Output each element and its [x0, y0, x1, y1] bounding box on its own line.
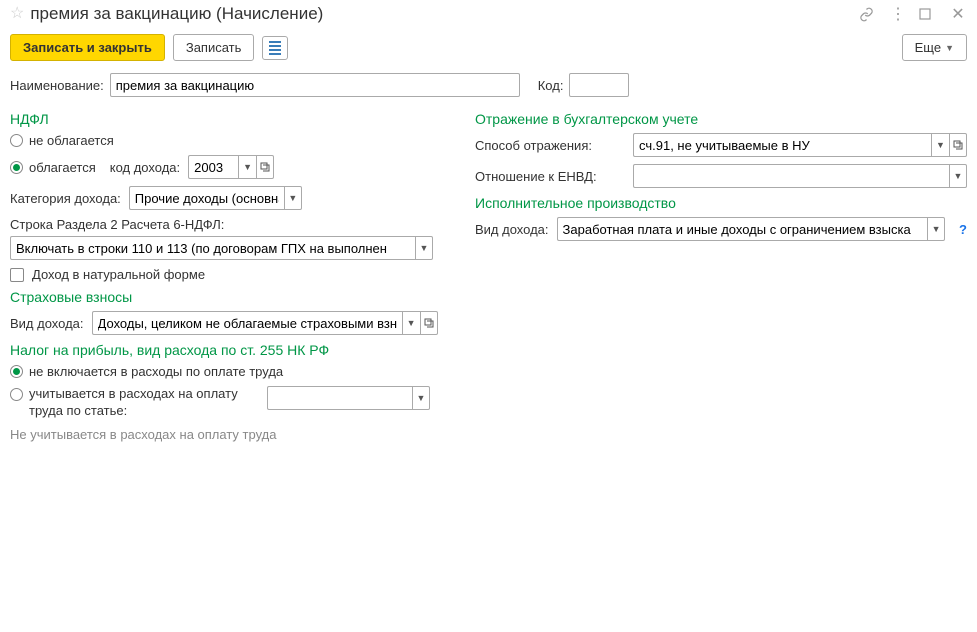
reflection-method-input[interactable] — [633, 133, 931, 157]
envd-input[interactable] — [633, 164, 949, 188]
reflection-method-label: Способ отражения: — [475, 138, 625, 153]
section2-label: Строка Раздела 2 Расчета 6-НДФЛ: — [10, 217, 224, 232]
insurance-income-type-open-button[interactable] — [420, 311, 438, 335]
category-dropdown[interactable]: ▼ — [284, 186, 302, 210]
ndfl-not-taxed-label: не облагается — [29, 133, 114, 148]
name-input[interactable] — [110, 73, 520, 97]
income-code-input[interactable] — [188, 155, 238, 179]
category-input[interactable] — [129, 186, 284, 210]
save-and-close-button[interactable]: Записать и закрыть — [10, 34, 165, 61]
code-input[interactable] — [569, 73, 629, 97]
natural-income-checkbox[interactable] — [10, 268, 24, 282]
envd-label: Отношение к ЕНВД: — [475, 169, 625, 184]
income-code-dropdown[interactable]: ▼ — [238, 155, 256, 179]
maximize-icon[interactable] — [919, 8, 937, 20]
ndfl-not-taxed-radio[interactable]: не облагается — [10, 133, 114, 148]
profit-included-label: учитывается в расходах на оплату труда п… — [29, 386, 259, 420]
section2-dropdown[interactable]: ▼ — [415, 236, 433, 260]
profit-note: Не учитывается в расходах на оплату труд… — [10, 427, 455, 442]
profit-section-title: Налог на прибыль, вид расхода по ст. 255… — [10, 342, 455, 358]
section2-input[interactable] — [10, 236, 415, 260]
list-view-button[interactable] — [262, 36, 288, 60]
insurance-income-type-input[interactable] — [92, 311, 402, 335]
code-label: Код: — [538, 78, 564, 93]
insurance-section-title: Страховые взносы — [10, 289, 455, 305]
insurance-income-type-dropdown[interactable]: ▼ — [402, 311, 420, 335]
ndfl-taxed-radio[interactable]: облагается — [10, 160, 96, 175]
enforcement-section-title: Исполнительное производство — [475, 195, 967, 211]
name-label: Наименование: — [10, 78, 104, 93]
profit-article-input[interactable] — [267, 386, 412, 410]
window-title: премия за вакцинацию (Начисление) — [30, 4, 853, 24]
natural-income-label: Доход в натуральной форме — [32, 267, 205, 282]
radio-icon — [10, 134, 23, 147]
more-label: Еще — [915, 40, 941, 55]
insurance-income-type-label: Вид дохода: — [10, 316, 84, 331]
profit-not-included-radio[interactable]: не включается в расходы по оплате труда — [10, 364, 283, 379]
enforcement-income-label: Вид дохода: — [475, 222, 549, 237]
save-button[interactable]: Записать — [173, 34, 255, 61]
radio-checked-icon — [10, 161, 23, 174]
category-label: Категория дохода: — [10, 191, 121, 206]
reflection-method-open-button[interactable] — [949, 133, 967, 157]
enforcement-income-input[interactable] — [557, 217, 928, 241]
enforcement-income-dropdown[interactable]: ▼ — [927, 217, 945, 241]
kebab-menu-icon[interactable]: ⋮ — [889, 4, 907, 24]
list-icon — [269, 41, 281, 55]
help-icon[interactable]: ? — [959, 222, 967, 237]
profit-article-dropdown[interactable]: ▼ — [412, 386, 430, 410]
accounting-section-title: Отражение в бухгалтерском учете — [475, 111, 967, 127]
envd-dropdown[interactable]: ▼ — [949, 164, 967, 188]
profit-not-included-label: не включается в расходы по оплате труда — [29, 364, 283, 379]
radio-checked-icon — [10, 365, 23, 378]
favorite-star-icon[interactable]: ☆ — [10, 6, 24, 22]
chevron-down-icon: ▼ — [945, 43, 954, 53]
ndfl-section-title: НДФЛ — [10, 111, 455, 127]
profit-included-radio[interactable]: учитывается в расходах на оплату труда п… — [10, 386, 259, 420]
income-code-open-button[interactable] — [256, 155, 274, 179]
reflection-method-dropdown[interactable]: ▼ — [931, 133, 949, 157]
income-code-label: код дохода: — [110, 160, 180, 175]
more-button[interactable]: Еще ▼ — [902, 34, 967, 61]
radio-icon — [10, 388, 23, 401]
link-icon[interactable] — [859, 7, 877, 22]
ndfl-taxed-label: облагается — [29, 160, 96, 175]
close-icon[interactable]: ✕ — [949, 4, 967, 24]
